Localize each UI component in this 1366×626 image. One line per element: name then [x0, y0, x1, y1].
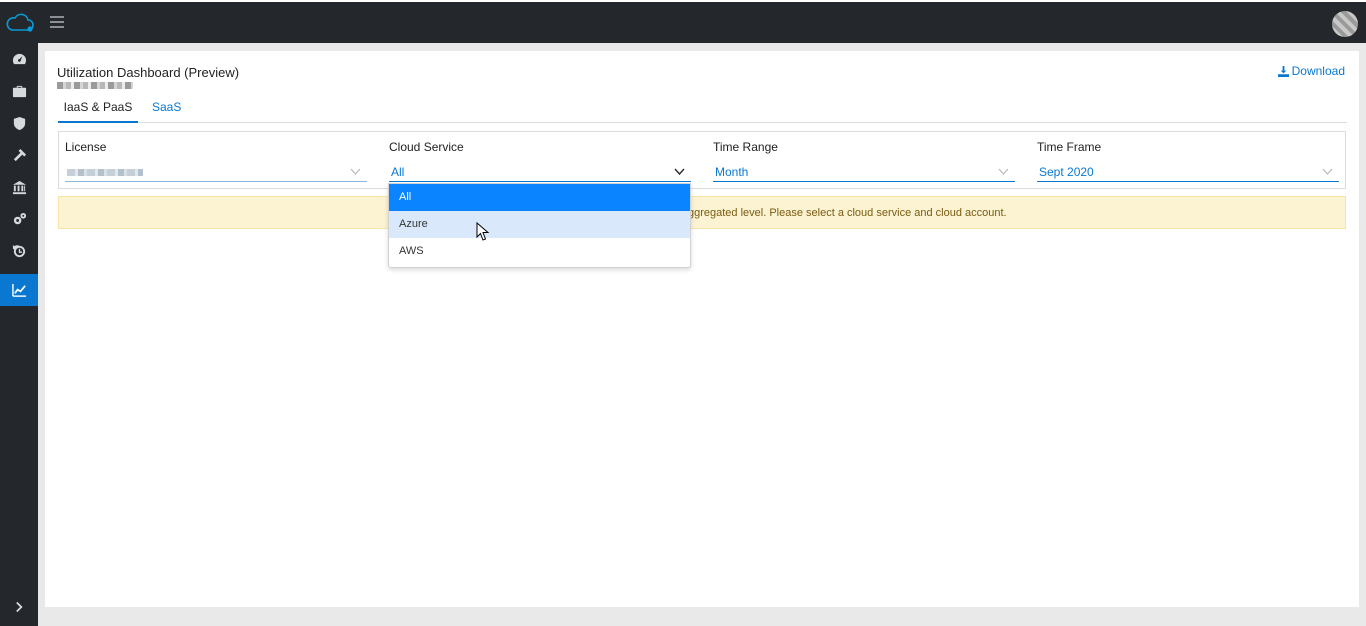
filter-bar: License Cloud Service All Time Range Mon… [58, 131, 1346, 189]
sidebar-item-institution[interactable] [0, 171, 38, 203]
sidebar-item-analytics[interactable] [0, 274, 38, 306]
time-frame-label: Time Frame [1037, 140, 1102, 154]
warning-text: ggregated level. Please select a cloud s… [688, 207, 1007, 219]
download-button[interactable]: Download [1277, 64, 1345, 78]
dropdown-option-azure[interactable]: Azure [389, 211, 690, 238]
tab-saas[interactable]: SaaS [152, 100, 181, 123]
main-panel: Utilization Dashboard (Preview) Download… [45, 51, 1359, 607]
chevron-down-icon [998, 168, 1009, 175]
redacted-license-value [67, 169, 143, 176]
user-avatar[interactable] [1332, 11, 1358, 37]
mouse-cursor-icon [476, 222, 490, 241]
tab-bar: IaaS & PaaS SaaS [58, 96, 1347, 123]
download-icon [1277, 65, 1289, 77]
tab-iaas-paas[interactable]: IaaS & PaaS [58, 100, 138, 123]
chart-line-icon [11, 283, 26, 297]
briefcase-icon [12, 85, 26, 97]
chevron-right-icon [15, 601, 23, 613]
sidebar [0, 43, 38, 626]
download-label: Download [1291, 64, 1345, 78]
sidebar-item-briefcase[interactable] [0, 75, 38, 107]
sidebar-item-settings[interactable] [0, 203, 38, 235]
time-range-select[interactable]: Month [713, 165, 1015, 182]
sidebar-item-security[interactable] [0, 107, 38, 139]
page-title: Utilization Dashboard (Preview) [57, 65, 240, 80]
dropdown-option-aws[interactable]: AWS [389, 238, 690, 265]
history-icon [12, 244, 25, 257]
cloud-service-filter: Cloud Service All [389, 140, 691, 182]
chevron-down-icon [1322, 168, 1333, 175]
chevron-down-icon [674, 168, 685, 176]
cloud-logo-icon[interactable] [4, 12, 36, 34]
warning-banner: ggregated level. Please select a cloud s… [58, 196, 1346, 229]
top-bar [0, 0, 1366, 43]
cloud-service-label: Cloud Service [389, 140, 464, 154]
time-frame-select[interactable]: Sept 2020 [1037, 165, 1339, 182]
time-frame-value: Sept 2020 [1039, 165, 1094, 179]
hamburger-icon[interactable] [50, 16, 64, 28]
redacted-subtitle [57, 82, 133, 89]
cloud-service-dropdown: All Azure AWS [388, 183, 691, 268]
chevron-down-icon [350, 168, 361, 175]
bank-icon [12, 180, 26, 194]
time-range-filter: Time Range Month [713, 140, 1015, 182]
license-filter: License [65, 140, 367, 182]
shield-icon [13, 116, 25, 130]
license-select[interactable] [65, 165, 367, 182]
time-frame-filter: Time Frame Sept 2020 [1037, 140, 1339, 182]
gears-icon [13, 212, 26, 224]
cloud-service-value: All [391, 165, 405, 179]
license-label: License [65, 140, 107, 154]
sidebar-item-tools[interactable] [0, 139, 38, 171]
cloud-service-select[interactable]: All [389, 165, 691, 182]
sidebar-expand-button[interactable] [0, 591, 38, 623]
hammer-icon [13, 148, 26, 161]
dropdown-option-all[interactable]: All [389, 184, 690, 211]
dashboard-icon [12, 53, 26, 64]
time-range-value: Month [715, 165, 749, 179]
time-range-label: Time Range [713, 140, 778, 154]
sidebar-item-dashboard[interactable] [0, 43, 38, 75]
sidebar-item-history[interactable] [0, 235, 38, 267]
